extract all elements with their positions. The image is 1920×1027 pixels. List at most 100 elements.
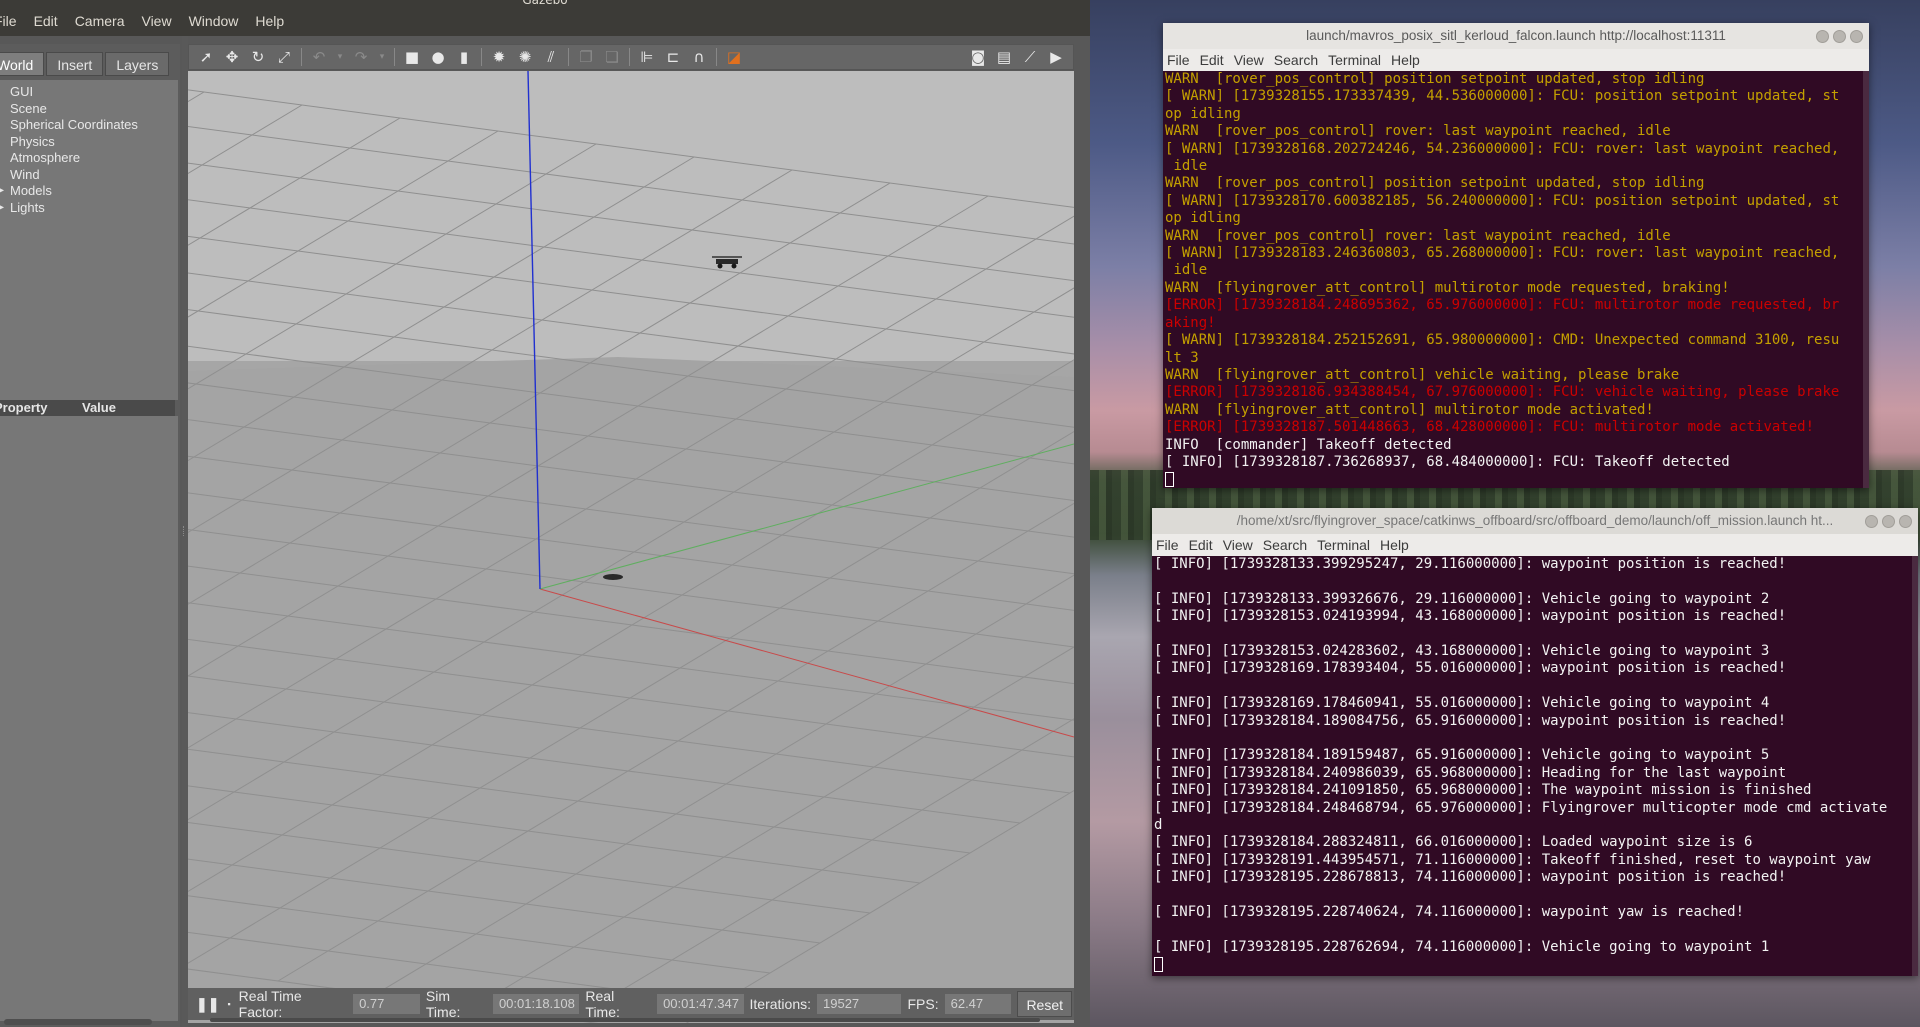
terminal-output[interactable]: [ INFO] [1739328133.399295247, 29.116000… bbox=[1152, 556, 1918, 976]
directional-light-icon[interactable]: ⫽ bbox=[542, 48, 560, 66]
scene-canvas[interactable] bbox=[188, 71, 1074, 1023]
pause-icon[interactable]: ❚❚ bbox=[196, 996, 219, 1013]
undo-dropdown-icon[interactable]: ▾ bbox=[336, 48, 344, 66]
plot-icon[interactable]: ⟋ bbox=[1021, 48, 1039, 66]
terminal-title: /home/xt/src/flyingrover_space/catkinws_… bbox=[1152, 508, 1918, 534]
terminal-line: WARN [flyingrover_att_control] multiroto… bbox=[1165, 279, 1730, 296]
terminal-line: [ INFO] [1739328153.024283602, 43.168000… bbox=[1154, 643, 1770, 659]
cylinder-icon[interactable]: ▮ bbox=[455, 48, 473, 66]
tree-item-models[interactable]: Models bbox=[0, 183, 178, 200]
tree-item-scene[interactable]: Scene bbox=[0, 101, 178, 118]
viewport-scrollbar[interactable] bbox=[210, 1018, 1040, 1022]
tree-item-wind[interactable]: Wind bbox=[0, 167, 178, 184]
minimize-icon[interactable] bbox=[1816, 29, 1829, 43]
terminal-line: [ WARN] [1739328183.246360803, 65.268000… bbox=[1165, 245, 1840, 262]
terminal-title-text: /home/xt/src/flyingrover_space/catkinws_… bbox=[1236, 513, 1834, 528]
terminal-line: WARN [rover_pos_control] position setpoi… bbox=[1165, 175, 1705, 192]
terminal-line: [ INFO] [1739328169.178393404, 55.016000… bbox=[1154, 660, 1787, 677]
menu-view[interactable]: View bbox=[1223, 537, 1253, 553]
terminal-line: [ERROR] [1739328184.248695362, 65.976000… bbox=[1165, 297, 1840, 314]
step-icon[interactable]: ▪ bbox=[227, 999, 230, 1009]
tab-insert[interactable]: Insert bbox=[46, 52, 104, 76]
reset-button[interactable]: Reset bbox=[1017, 991, 1073, 1017]
3d-viewport[interactable] bbox=[188, 71, 1074, 1023]
log-icon[interactable]: ▤ bbox=[995, 48, 1013, 66]
menu-edit[interactable]: Edit bbox=[1189, 537, 1213, 553]
menu-help[interactable]: Help bbox=[1391, 52, 1420, 68]
terminal-output[interactable]: WARN [rover_pos_control] position setpoi… bbox=[1163, 71, 1869, 488]
menu-search[interactable]: Search bbox=[1274, 52, 1318, 68]
paste-icon[interactable]: ❏ bbox=[603, 48, 621, 66]
align-icon[interactable]: ⊫ bbox=[638, 48, 656, 66]
menu-edit[interactable]: Edit bbox=[1200, 52, 1224, 68]
gazebo-window: Gazebo File Edit Camera View Window Help… bbox=[0, 0, 1090, 1027]
rotate-icon[interactable]: ↻ bbox=[249, 48, 267, 66]
terminal-line: WARN [rover_pos_control] rover: last way… bbox=[1165, 123, 1671, 140]
terminal-scrollbar[interactable] bbox=[1863, 71, 1869, 488]
view-angle-icon[interactable]: ◪ bbox=[725, 48, 743, 66]
arrow-select-icon[interactable]: ➚ bbox=[197, 48, 215, 66]
box-icon[interactable]: ■ bbox=[403, 48, 421, 66]
copy-icon[interactable]: ❐ bbox=[577, 48, 595, 66]
menu-window[interactable]: Window bbox=[189, 13, 239, 29]
tree-item-spherical-coordinates[interactable]: Spherical Coordinates bbox=[0, 117, 178, 134]
maximize-icon[interactable] bbox=[1882, 514, 1895, 528]
redo-dropdown-icon[interactable]: ▾ bbox=[378, 48, 386, 66]
close-icon[interactable] bbox=[1899, 514, 1912, 528]
tab-world[interactable]: World bbox=[0, 52, 45, 76]
tree-item-lights[interactable]: Lights bbox=[0, 200, 178, 217]
terminal-window-offboard[interactable]: /home/xt/src/flyingrover_space/catkinws_… bbox=[1152, 508, 1918, 976]
video-icon[interactable]: ▶ bbox=[1047, 48, 1065, 66]
menu-view[interactable]: View bbox=[141, 13, 171, 29]
tree-item-physics[interactable]: Physics bbox=[0, 134, 178, 151]
menu-file[interactable]: File bbox=[0, 13, 17, 29]
menu-help[interactable]: Help bbox=[1380, 537, 1409, 553]
maximize-icon[interactable] bbox=[1833, 29, 1846, 43]
menu-search[interactable]: Search bbox=[1263, 537, 1307, 553]
terminal-scrollbar[interactable] bbox=[1912, 556, 1918, 976]
terminal-window-mavros[interactable]: launch/mavros_posix_sitl_kerloud_falcon.… bbox=[1163, 23, 1869, 488]
toolbar-separator bbox=[568, 48, 569, 66]
terminal-line: [ INFO] [1739328184.240986039, 65.968000… bbox=[1154, 764, 1787, 781]
undo-icon[interactable]: ↶ bbox=[310, 48, 328, 66]
magnet-icon[interactable]: ∩ bbox=[690, 48, 708, 66]
screenshot-icon[interactable]: ◙ bbox=[969, 48, 987, 66]
tab-layers[interactable]: Layers bbox=[105, 52, 170, 76]
terminal-cursor bbox=[1154, 956, 1163, 972]
snap-icon[interactable]: ⊏ bbox=[664, 48, 682, 66]
menu-terminal[interactable]: Terminal bbox=[1317, 537, 1370, 553]
redo-icon[interactable]: ↷ bbox=[352, 48, 370, 66]
tree-item-gui[interactable]: GUI bbox=[0, 84, 178, 101]
terminal-line: [ INFO] [1739328133.399295247, 29.116000… bbox=[1154, 556, 1787, 572]
minimize-icon[interactable] bbox=[1865, 514, 1878, 528]
scale-icon[interactable]: ⤢ bbox=[275, 48, 293, 66]
splitter-handle[interactable] bbox=[183, 526, 185, 536]
window-controls bbox=[1812, 23, 1863, 49]
drone-arms bbox=[712, 256, 742, 258]
terminal-line: [ INFO] [1739328195.228762694, 74.116000… bbox=[1154, 938, 1770, 955]
menu-file[interactable]: File bbox=[1156, 537, 1179, 553]
tree-item-atmosphere[interactable]: Atmosphere bbox=[0, 150, 178, 167]
menu-edit[interactable]: Edit bbox=[34, 13, 58, 29]
property-column-header: Property bbox=[0, 400, 48, 415]
terminal-line: [ INFO] [1739328195.228740624, 74.116000… bbox=[1154, 904, 1745, 921]
menu-view[interactable]: View bbox=[1234, 52, 1264, 68]
property-panel bbox=[0, 416, 178, 1021]
ground-plane bbox=[188, 357, 1074, 1023]
translate-icon[interactable]: ✥ bbox=[223, 48, 241, 66]
sphere-icon[interactable]: ● bbox=[429, 48, 447, 66]
menu-help[interactable]: Help bbox=[255, 13, 284, 29]
menu-camera[interactable]: Camera bbox=[75, 13, 125, 29]
terminal-line: [ WARN] [1739328168.202724246, 54.236000… bbox=[1165, 140, 1840, 157]
menu-file[interactable]: File bbox=[1167, 52, 1190, 68]
spot-light-icon[interactable]: ✺ bbox=[516, 48, 534, 66]
point-light-icon[interactable]: ✹ bbox=[490, 48, 508, 66]
iterations-value: 19527 bbox=[817, 994, 902, 1014]
menu-terminal[interactable]: Terminal bbox=[1328, 52, 1381, 68]
terminal-line: [ WARN] [1739328184.252152691, 65.980000… bbox=[1165, 332, 1840, 349]
close-icon[interactable] bbox=[1850, 29, 1863, 43]
left-scrollbar[interactable] bbox=[4, 1019, 152, 1025]
vehicle-shadow bbox=[603, 574, 623, 580]
